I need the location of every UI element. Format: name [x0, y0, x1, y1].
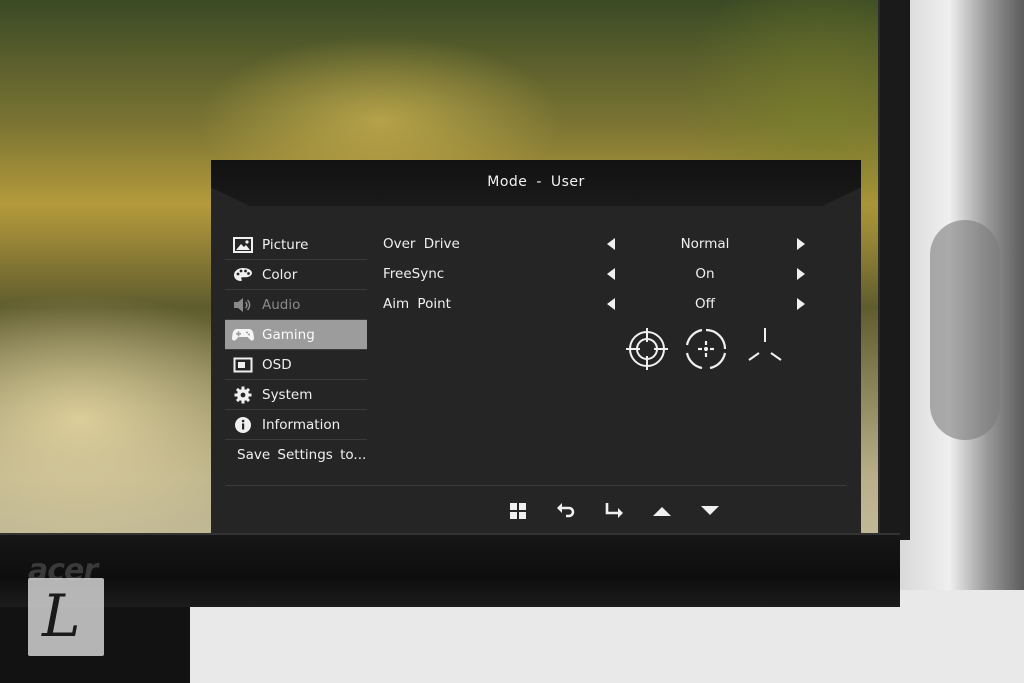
osd-footer: [494, 500, 734, 522]
osd-menu: Mode - User Picture Color Audio Gaming O…: [211, 160, 861, 533]
sidebar-item-label: Gaming: [262, 326, 315, 343]
arrow-left-icon[interactable]: [607, 268, 615, 284]
sidebar-item-label: Audio: [262, 296, 301, 313]
setting-label: Aim Point: [383, 296, 451, 312]
gear-icon: [232, 386, 254, 404]
sidebar-item-label: OSD: [262, 356, 292, 373]
sidebar-item-label: Information: [262, 416, 341, 433]
palette-icon: [232, 266, 254, 284]
sidebar-item-information[interactable]: Information: [225, 410, 367, 440]
gamepad-icon: [232, 326, 254, 344]
setting-label: Over Drive: [383, 236, 460, 252]
arrow-right-icon[interactable]: [797, 298, 805, 314]
room-background: [900, 0, 1024, 683]
sidebar-item-gaming[interactable]: Gaming: [225, 320, 367, 350]
crosshair-tri-icon[interactable]: [742, 326, 788, 372]
setting-value: Off: [695, 296, 715, 312]
enter-icon[interactable]: [590, 500, 638, 522]
sidebar-item-osd[interactable]: OSD: [225, 350, 367, 380]
watermark-letter: L: [42, 582, 81, 650]
setting-value: On: [695, 266, 715, 282]
sidebar-item-system[interactable]: System: [225, 380, 367, 410]
up-arrow-icon[interactable]: [638, 500, 686, 522]
gaming-settings-panel: Over Drive Normal FreeSync On Aim Point …: [383, 230, 823, 320]
watermark-badge: L: [28, 578, 104, 656]
speaker-icon: [232, 296, 254, 314]
setting-label: FreeSync: [383, 266, 445, 282]
back-icon[interactable]: [542, 500, 590, 522]
arrow-left-icon[interactable]: [607, 298, 615, 314]
sidebar-item-label: Save Settings to...: [237, 447, 367, 463]
arrow-right-icon[interactable]: [797, 268, 805, 284]
osd-window-icon: [232, 356, 254, 374]
setting-row-over-drive[interactable]: Over Drive Normal: [383, 230, 823, 260]
sidebar-item-color[interactable]: Color: [225, 260, 367, 290]
sidebar-item-label: Color: [262, 266, 298, 283]
info-icon: [232, 416, 254, 434]
crosshair-circle-icon[interactable]: [624, 326, 670, 372]
osd-title: Mode - User: [487, 174, 585, 190]
monitor-bezel-bottom: [0, 533, 900, 607]
sidebar-item-audio[interactable]: Audio: [225, 290, 367, 320]
sidebar-item-label: Picture: [262, 236, 309, 253]
osd-sidebar: Picture Color Audio Gaming OSD System In…: [225, 230, 367, 470]
monitor-bezel-right: [878, 0, 910, 540]
arrow-right-icon[interactable]: [797, 238, 805, 254]
setting-value: Normal: [680, 236, 730, 252]
sidebar-item-picture[interactable]: Picture: [225, 230, 367, 260]
menu-icon[interactable]: [494, 500, 542, 522]
sidebar-item-save-settings[interactable]: Save Settings to...: [225, 440, 367, 470]
setting-row-freesync[interactable]: FreeSync On: [383, 260, 823, 290]
setting-row-aim-point[interactable]: Aim Point Off: [383, 290, 823, 320]
osd-footer-divider: [225, 485, 847, 486]
picture-icon: [232, 236, 254, 254]
arrow-left-icon[interactable]: [607, 238, 615, 254]
sidebar-item-label: System: [262, 386, 313, 403]
crosshair-dot-icon[interactable]: [683, 326, 729, 372]
background-blur: [930, 220, 1000, 440]
down-arrow-icon[interactable]: [686, 500, 734, 522]
